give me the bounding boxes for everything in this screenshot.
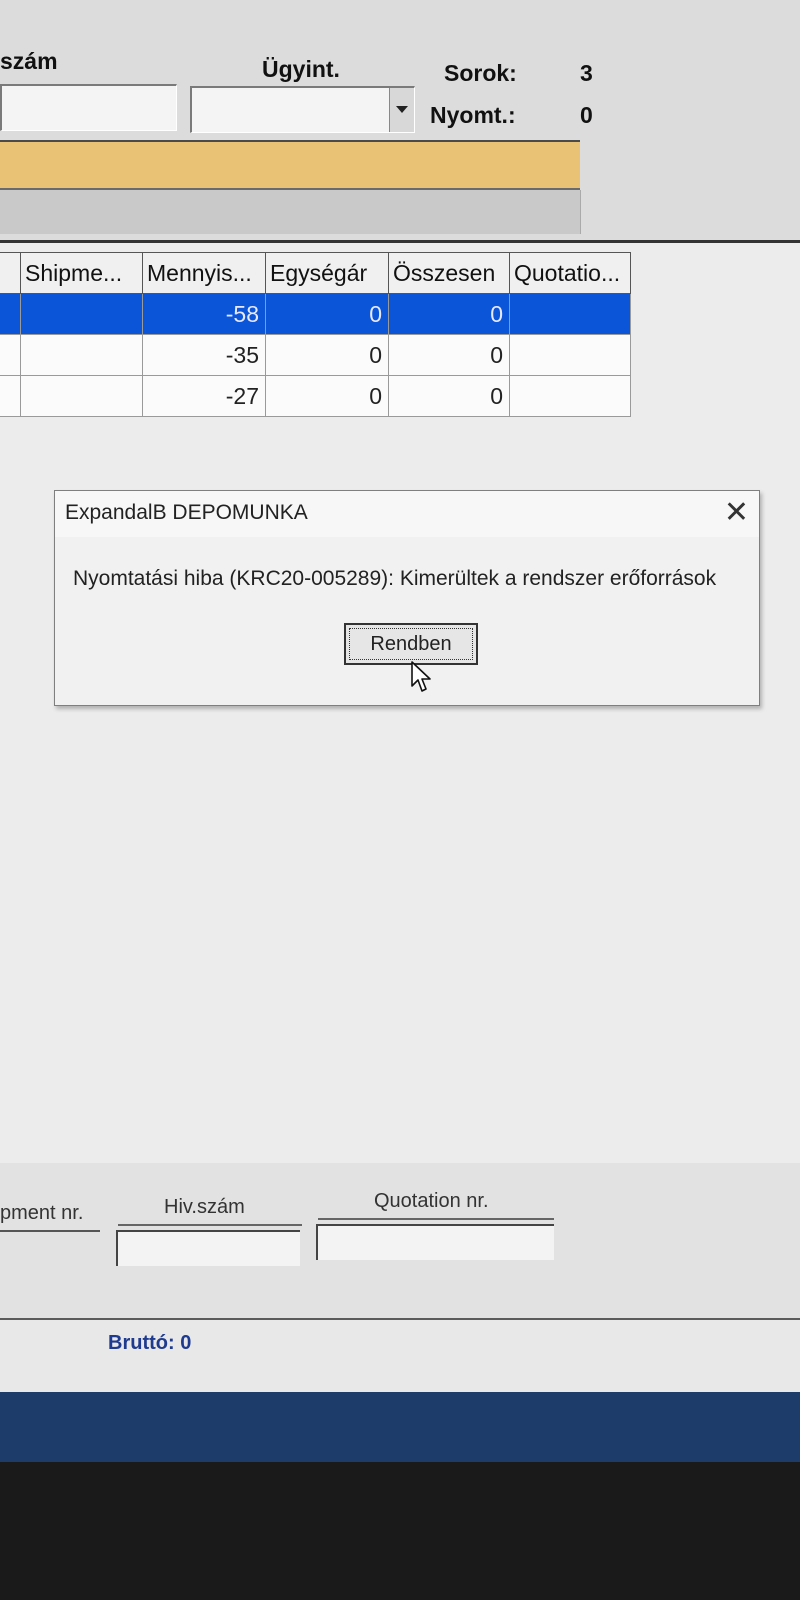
sorok-label: Sorok: [444,60,517,86]
sorok-value: 3 [580,60,593,86]
dialog-message: Nyomtatási hiba (KRC20-005289): Kimerült… [73,567,717,590]
column-label-szam: szám [0,48,58,74]
mouse-cursor-icon [411,661,431,692]
nyomt-label: Nyomt.: [430,102,516,128]
quotation-nr-label: Quotation nr. [374,1190,489,1212]
dialog-title: ExpandalB DEPOMUNKA [65,501,308,524]
grid-cell[interactable] [20,375,143,417]
quotation-underline [318,1218,554,1220]
grid-cell[interactable] [509,334,631,376]
grid-cell[interactable]: 0 [265,334,389,376]
hivszam-input[interactable] [116,1230,300,1266]
dialog-titlebar[interactable]: ExpandalB DEPOMUNKA ✕ [55,491,759,537]
close-icon[interactable]: ✕ [724,495,749,530]
taskbar [0,1392,800,1462]
grid-row-stub [0,334,21,376]
grid-header-osszesen[interactable]: Összesen [388,252,510,294]
grid-header-left-stub[interactable] [0,252,21,294]
dialog-body: Nyomtatási hiba (KRC20-005289): Kimerült… [55,537,759,705]
grid-cell[interactable] [509,375,631,417]
hivszam-underline [118,1224,302,1226]
hivszam-label: Hiv.szám [164,1196,245,1218]
quotation-input[interactable] [316,1224,554,1260]
shipment-underline [0,1230,100,1232]
grid-row-stub [0,375,21,417]
grid-header-mennyiseg[interactable]: Mennyis... [142,252,266,294]
grid-cell[interactable]: 0 [388,293,510,335]
nyomt-value: 0 [580,102,593,128]
chevron-down-icon[interactable] [389,88,414,132]
grid-cell[interactable]: 0 [265,375,389,417]
table-row[interactable]: -27 0 0 [0,375,631,417]
monitor-bezel [0,1462,800,1600]
ugyint-dropdown[interactable] [190,86,415,133]
grid-cell[interactable]: 0 [265,293,389,335]
grid-cell[interactable] [20,334,143,376]
grid-cell[interactable] [20,293,143,335]
grid-header-egysegar[interactable]: Egységár [265,252,389,294]
ok-button[interactable]: Rendben [344,623,478,665]
szam-input[interactable] [0,84,177,131]
brutto-total: Bruttó: 0 [108,1332,192,1354]
grid-cell[interactable]: 0 [388,375,510,417]
grid-cell[interactable]: 0 [388,334,510,376]
highlight-bar [0,140,580,190]
error-dialog: ExpandalB DEPOMUNKA ✕ Nyomtatási hiba (K… [54,490,760,706]
grid-cell[interactable]: -35 [142,334,266,376]
status-bar: Bruttó: 0 [0,1318,800,1392]
grid-cell[interactable]: -58 [142,293,266,335]
grid-header-shipment[interactable]: Shipme... [20,252,143,294]
grid-cell[interactable]: -27 [142,375,266,417]
table-row[interactable]: -35 0 0 [0,334,631,376]
column-label-ugyint: Ügyint. [262,56,340,82]
items-grid: Shipme... Mennyis... Egységár Összesen Q… [0,252,631,417]
toolbar-strip [0,190,581,234]
grid-cell[interactable] [509,293,631,335]
grid-row-stub [0,293,21,335]
shipment-nr-label: pment nr. [0,1202,84,1224]
table-row[interactable]: -58 0 0 [0,293,631,335]
grid-header-quotation[interactable]: Quotatio... [509,252,631,294]
